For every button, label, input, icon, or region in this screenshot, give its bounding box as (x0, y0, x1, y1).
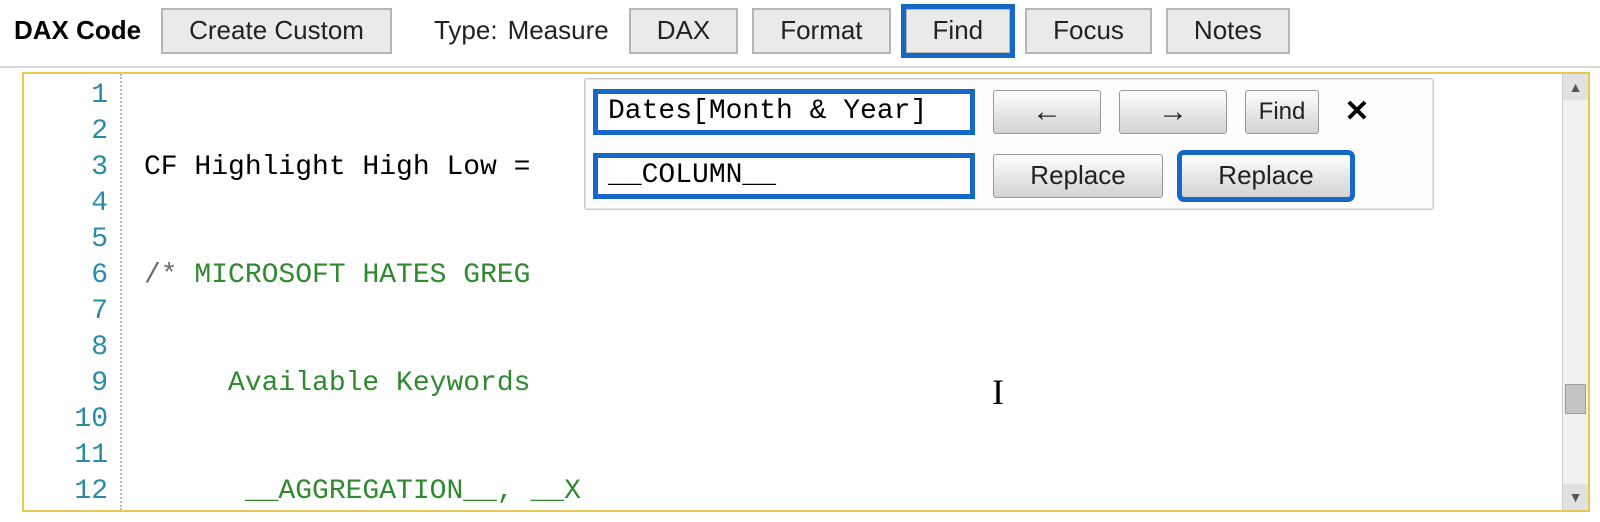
scroll-down-button[interactable]: ▼ (1563, 484, 1588, 510)
line-number: 1 (24, 78, 108, 114)
editor-wrap: 1 2 3 4 5 6 7 8 9 10 11 12 CF Highlight … (22, 72, 1590, 512)
find-input[interactable] (593, 89, 975, 135)
line-number: 10 (24, 402, 108, 438)
line-number: 7 (24, 294, 108, 330)
vertical-scrollbar[interactable]: ▲ ▼ (1562, 74, 1588, 510)
code-text: /* (144, 260, 194, 291)
dax-code-title: DAX Code (14, 15, 141, 46)
type-value: Measure (508, 15, 609, 46)
replace-button[interactable]: Replace (993, 154, 1163, 198)
line-number: 6 (24, 258, 108, 294)
toolbar: DAX Code Create Custom Type: Measure DAX… (0, 0, 1600, 68)
code-text: CF Highlight High Low = (144, 152, 547, 183)
focus-button[interactable]: Focus (1025, 8, 1152, 54)
find-prev-button[interactable]: ← (993, 90, 1101, 134)
code-text: Available Keywords (144, 368, 530, 399)
line-gutter: 1 2 3 4 5 6 7 8 9 10 11 12 (24, 74, 122, 510)
find-button[interactable]: Find (905, 8, 1012, 54)
scroll-thumb[interactable] (1565, 384, 1586, 414)
line-number: 12 (24, 474, 108, 510)
code-text: __AGGREGATION__, __X (144, 476, 581, 507)
find-exec-button[interactable]: Find (1245, 90, 1319, 134)
find-replace-panel: ← → Find ✕ Replace Replace (584, 78, 1434, 210)
type-label: Type: (434, 15, 498, 46)
line-number: 11 (24, 438, 108, 474)
line-number: 3 (24, 150, 108, 186)
scroll-up-button[interactable]: ▲ (1563, 74, 1588, 100)
format-button[interactable]: Format (752, 8, 890, 54)
notes-button[interactable]: Notes (1166, 8, 1290, 54)
line-number: 8 (24, 330, 108, 366)
close-find-button[interactable]: ✕ (1337, 90, 1377, 134)
line-number: 9 (24, 366, 108, 402)
find-next-button[interactable]: → (1119, 90, 1227, 134)
line-number: 4 (24, 186, 108, 222)
line-number: 5 (24, 222, 108, 258)
dax-button[interactable]: DAX (629, 8, 738, 54)
create-custom-button[interactable]: Create Custom (161, 8, 392, 54)
line-number: 2 (24, 114, 108, 150)
code-text: MICROSOFT HATES GREG (194, 260, 530, 291)
type-group: Type: Measure (434, 15, 609, 46)
replace-all-button[interactable]: Replace (1181, 154, 1351, 198)
replace-input[interactable] (593, 153, 975, 199)
